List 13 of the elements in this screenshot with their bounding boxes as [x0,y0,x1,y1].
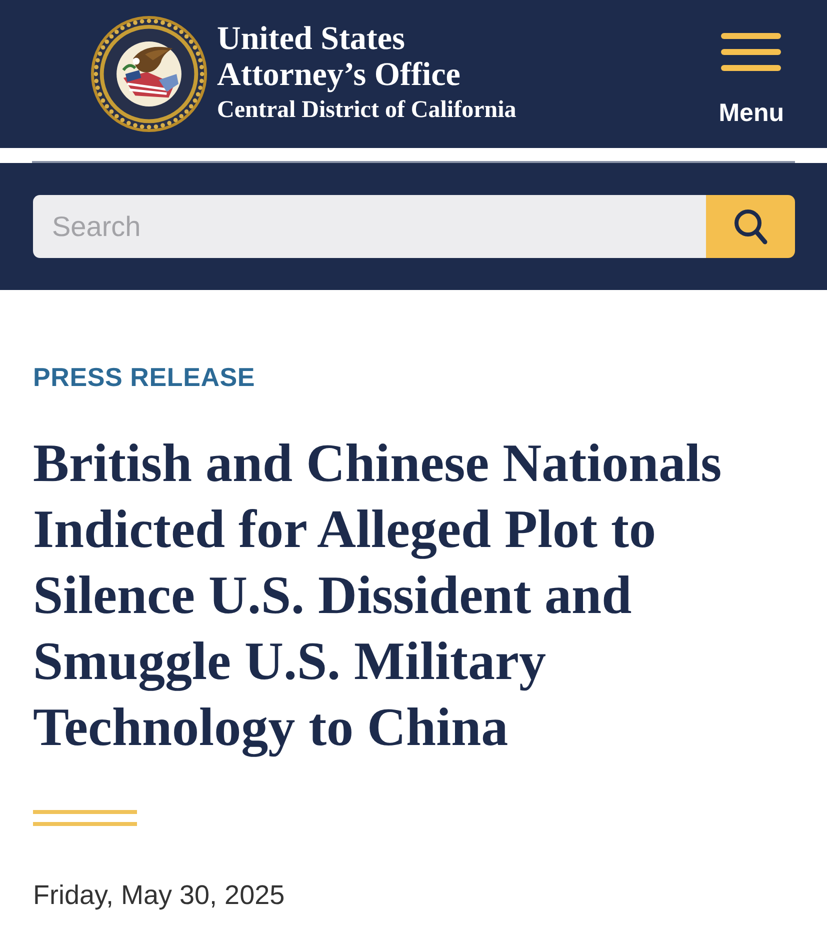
site-title: United States [217,21,406,57]
eagle-seal-icon [90,15,208,133]
category-label: PRESS RELEASE [33,361,256,394]
menu-button[interactable]: Menu [718,7,784,141]
site-subtitle: Central District of California [217,96,516,125]
accent-rule-icon [33,810,137,826]
search-icon [734,208,768,244]
publish-date: Friday, May 30, 2025 [33,879,285,912]
search-field[interactable]: Search [33,195,706,258]
article-title: British and Chinese Nationals Indicted for Alleged Plot to Silence U.S. Dissident and Smuggle U.S. Military Technology to China [33,432,723,759]
menu-icon [721,33,782,71]
site-title: Attorney’s Office [217,57,462,93]
search-button[interactable] [706,195,795,258]
